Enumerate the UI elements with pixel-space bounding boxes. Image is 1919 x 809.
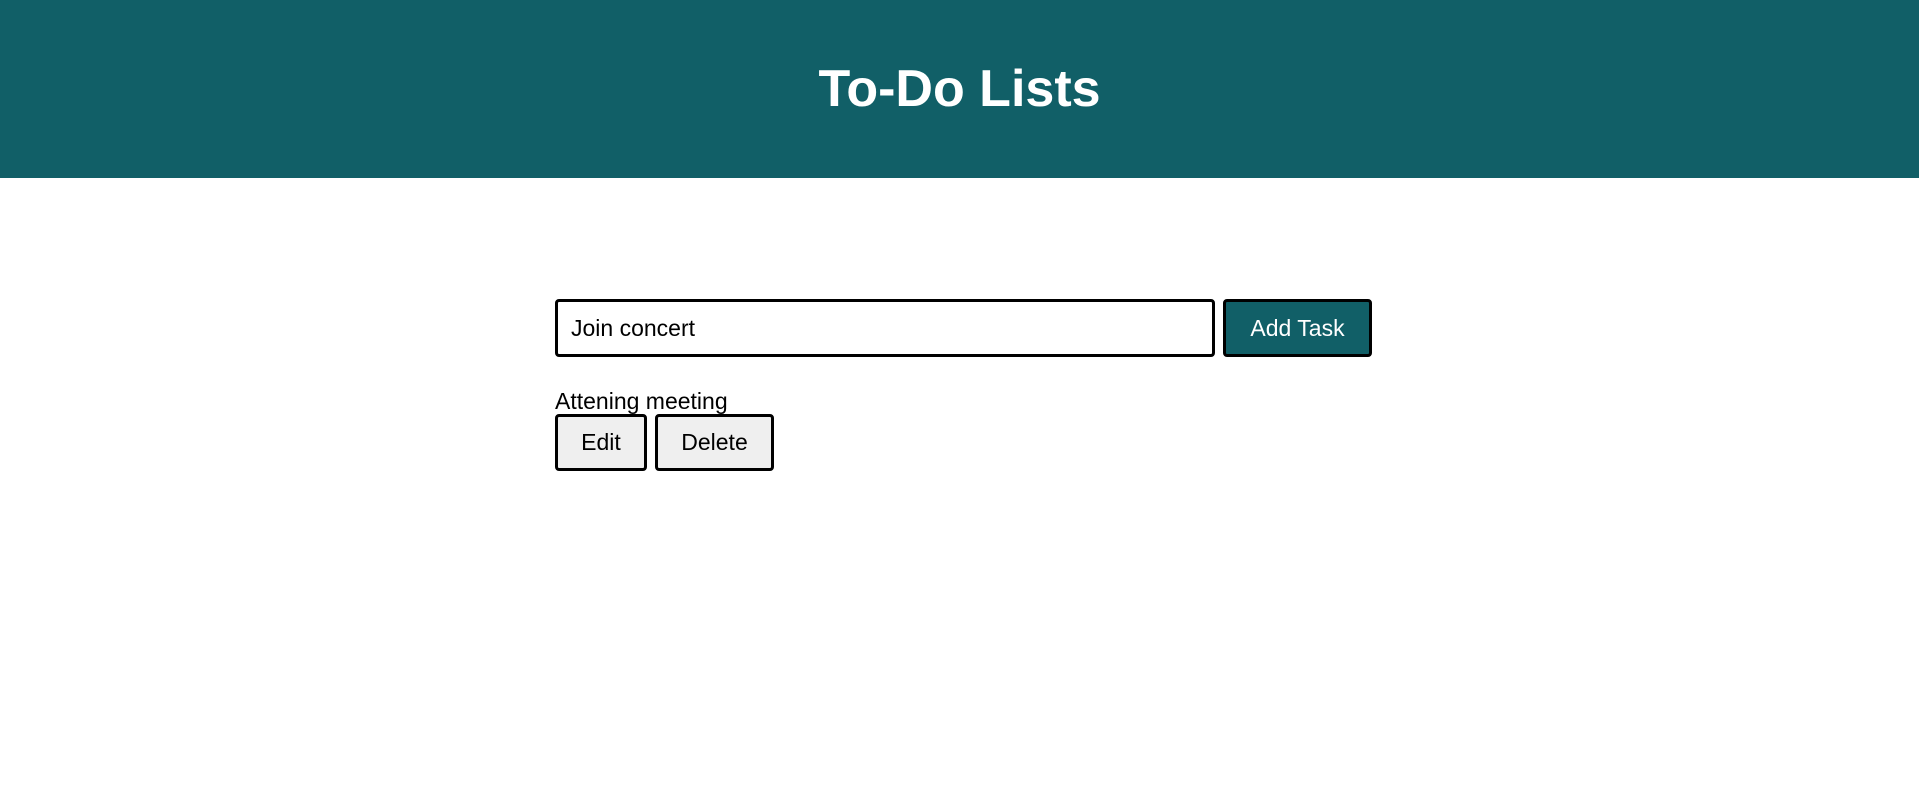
add-task-form: Add Task xyxy=(555,299,1375,357)
list-item: Attening meeting Edit Delete xyxy=(555,388,1375,471)
task-list: Attening meeting Edit Delete xyxy=(555,388,1375,471)
task-actions: Edit Delete xyxy=(555,414,1375,471)
add-task-button[interactable]: Add Task xyxy=(1223,299,1372,357)
delete-button[interactable]: Delete xyxy=(655,414,774,471)
task-input[interactable] xyxy=(555,299,1215,357)
edit-button[interactable]: Edit xyxy=(555,414,647,471)
task-text: Attening meeting xyxy=(555,388,728,414)
page-title: To-Do Lists xyxy=(818,60,1101,118)
page-header: To-Do Lists xyxy=(0,0,1919,178)
todo-container: Add Task Attening meeting Edit Delete xyxy=(555,299,1375,471)
